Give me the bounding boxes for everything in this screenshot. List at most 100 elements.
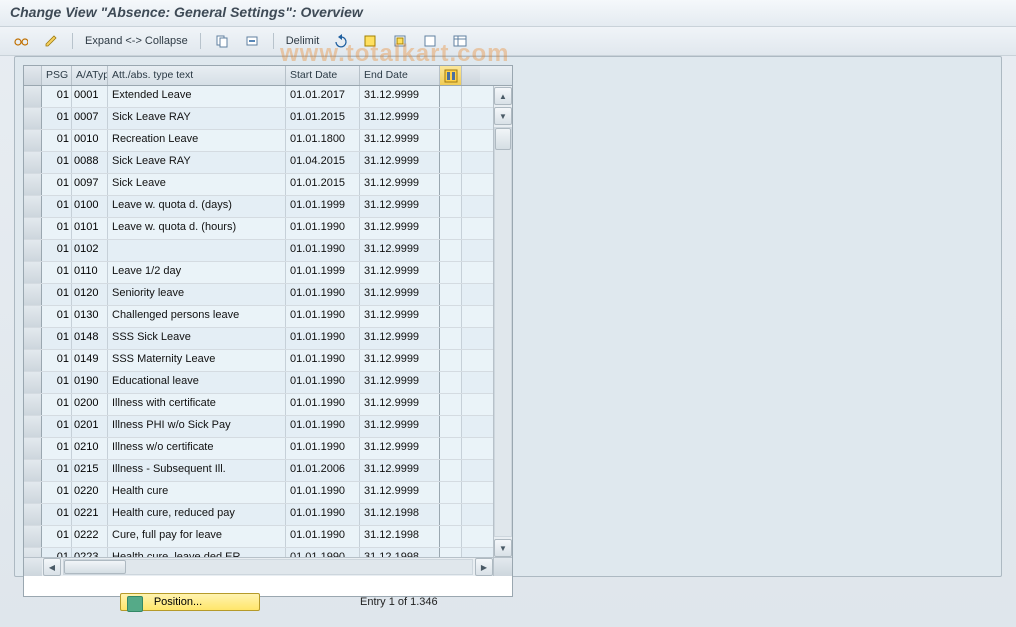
- cell-psg[interactable]: 01: [42, 218, 72, 239]
- cell-text[interactable]: Health cure: [108, 482, 286, 503]
- cell-end[interactable]: 31.12.9999: [360, 394, 440, 415]
- row-selector[interactable]: [24, 328, 42, 349]
- cell-type[interactable]: 0097: [72, 174, 108, 195]
- table-row[interactable]: 010088Sick Leave RAY01.04.201531.12.9999: [24, 152, 494, 174]
- cell-psg[interactable]: 01: [42, 306, 72, 327]
- row-selector[interactable]: [24, 504, 42, 525]
- cell-start[interactable]: 01.01.1990: [286, 482, 360, 503]
- scroll-down-button[interactable]: ▼: [494, 539, 512, 557]
- other-entry-button[interactable]: [38, 31, 64, 51]
- cell-type[interactable]: 0201: [72, 416, 108, 437]
- cell-start[interactable]: 01.01.1990: [286, 416, 360, 437]
- scroll-thumb[interactable]: [495, 128, 511, 150]
- cell-type[interactable]: 0102: [72, 240, 108, 261]
- cell-text[interactable]: Illness - Subsequent Ill.: [108, 460, 286, 481]
- cell-end[interactable]: 31.12.9999: [360, 174, 440, 195]
- cell-end[interactable]: 31.12.9999: [360, 152, 440, 173]
- cell-text[interactable]: Illness PHI w/o Sick Pay: [108, 416, 286, 437]
- cell-start[interactable]: 01.01.2015: [286, 174, 360, 195]
- cell-psg[interactable]: 01: [42, 460, 72, 481]
- table-row[interactable]: 010220Health cure01.01.199031.12.9999: [24, 482, 494, 504]
- cell-type[interactable]: 0130: [72, 306, 108, 327]
- cell-start[interactable]: 01.01.1990: [286, 504, 360, 525]
- row-selector[interactable]: [24, 152, 42, 173]
- cell-start[interactable]: 01.01.1999: [286, 196, 360, 217]
- cell-text[interactable]: Sick Leave: [108, 174, 286, 195]
- horizontal-scrollbar[interactable]: ◀ ▶: [42, 557, 494, 576]
- cell-type[interactable]: 0215: [72, 460, 108, 481]
- cell-start[interactable]: 01.01.1990: [286, 328, 360, 349]
- cell-start[interactable]: 01.01.1800: [286, 130, 360, 151]
- cell-type[interactable]: 0007: [72, 108, 108, 129]
- cell-text[interactable]: Leave w. quota d. (days): [108, 196, 286, 217]
- cell-type[interactable]: 0001: [72, 86, 108, 107]
- cell-psg[interactable]: 01: [42, 482, 72, 503]
- cell-end[interactable]: 31.12.9999: [360, 416, 440, 437]
- cell-end[interactable]: 31.12.1998: [360, 526, 440, 547]
- table-row[interactable]: 010100Leave w. quota d. (days)01.01.1999…: [24, 196, 494, 218]
- undo-change-button[interactable]: [327, 31, 353, 51]
- cell-start[interactable]: 01.01.1999: [286, 262, 360, 283]
- table-row[interactable]: 010130Challenged persons leave01.01.1990…: [24, 306, 494, 328]
- scroll-down-step-button[interactable]: ▼: [494, 107, 512, 125]
- header-aatype[interactable]: A/AType: [72, 66, 108, 85]
- cell-type[interactable]: 0010: [72, 130, 108, 151]
- cell-start[interactable]: 01.01.1990: [286, 218, 360, 239]
- cell-start[interactable]: 01.01.2015: [286, 108, 360, 129]
- cell-psg[interactable]: 01: [42, 526, 72, 547]
- row-selector[interactable]: [24, 394, 42, 415]
- cell-text[interactable]: Cure, full pay for leave: [108, 526, 286, 547]
- cell-type[interactable]: 0148: [72, 328, 108, 349]
- cell-type[interactable]: 0200: [72, 394, 108, 415]
- table-settings-button[interactable]: [447, 31, 473, 51]
- cell-psg[interactable]: 01: [42, 86, 72, 107]
- cell-type[interactable]: 0110: [72, 262, 108, 283]
- cell-type[interactable]: 0221: [72, 504, 108, 525]
- toggle-display-change-button[interactable]: [8, 31, 34, 51]
- header-end[interactable]: End Date: [360, 66, 440, 85]
- delete-button[interactable]: [239, 31, 265, 51]
- delimit-button[interactable]: Delimit: [282, 35, 324, 47]
- row-selector[interactable]: [24, 130, 42, 151]
- cell-type[interactable]: 0149: [72, 350, 108, 371]
- cell-text[interactable]: Sick Leave RAY: [108, 152, 286, 173]
- table-row[interactable]: 010221Health cure, reduced pay01.01.1990…: [24, 504, 494, 526]
- cell-type[interactable]: 0210: [72, 438, 108, 459]
- cell-end[interactable]: 31.12.9999: [360, 240, 440, 261]
- cell-text[interactable]: SSS Maternity Leave: [108, 350, 286, 371]
- hscroll-thumb[interactable]: [64, 560, 126, 574]
- row-selector[interactable]: [24, 174, 42, 195]
- cell-end[interactable]: 31.12.9999: [360, 460, 440, 481]
- cell-end[interactable]: 31.12.9999: [360, 262, 440, 283]
- cell-type[interactable]: 0222: [72, 526, 108, 547]
- cell-text[interactable]: [108, 240, 286, 261]
- cell-start[interactable]: 01.01.1990: [286, 240, 360, 261]
- cell-psg[interactable]: 01: [42, 350, 72, 371]
- row-selector[interactable]: [24, 218, 42, 239]
- cell-psg[interactable]: 01: [42, 130, 72, 151]
- select-block-button[interactable]: [387, 31, 413, 51]
- cell-type[interactable]: 0120: [72, 284, 108, 305]
- header-configure-button[interactable]: [440, 66, 462, 85]
- cell-psg[interactable]: 01: [42, 372, 72, 393]
- table-row[interactable]: 010101Leave w. quota d. (hours)01.01.199…: [24, 218, 494, 240]
- cell-type[interactable]: 0220: [72, 482, 108, 503]
- row-selector[interactable]: [24, 372, 42, 393]
- cell-end[interactable]: 31.12.9999: [360, 482, 440, 503]
- row-selector[interactable]: [24, 438, 42, 459]
- cell-end[interactable]: 31.12.1998: [360, 504, 440, 525]
- cell-end[interactable]: 31.12.9999: [360, 438, 440, 459]
- cell-psg[interactable]: 01: [42, 262, 72, 283]
- scroll-left-button[interactable]: ◀: [43, 558, 61, 576]
- cell-start[interactable]: 01.01.1990: [286, 438, 360, 459]
- cell-psg[interactable]: 01: [42, 284, 72, 305]
- cell-type[interactable]: 0088: [72, 152, 108, 173]
- cell-text[interactable]: Challenged persons leave: [108, 306, 286, 327]
- table-row[interactable]: 010210Illness w/o certificate01.01.19903…: [24, 438, 494, 460]
- cell-psg[interactable]: 01: [42, 152, 72, 173]
- row-selector[interactable]: [24, 108, 42, 129]
- cell-start[interactable]: 01.01.1990: [286, 284, 360, 305]
- cell-psg[interactable]: 01: [42, 196, 72, 217]
- cell-start[interactable]: 01.01.1990: [286, 394, 360, 415]
- cell-text[interactable]: Leave w. quota d. (hours): [108, 218, 286, 239]
